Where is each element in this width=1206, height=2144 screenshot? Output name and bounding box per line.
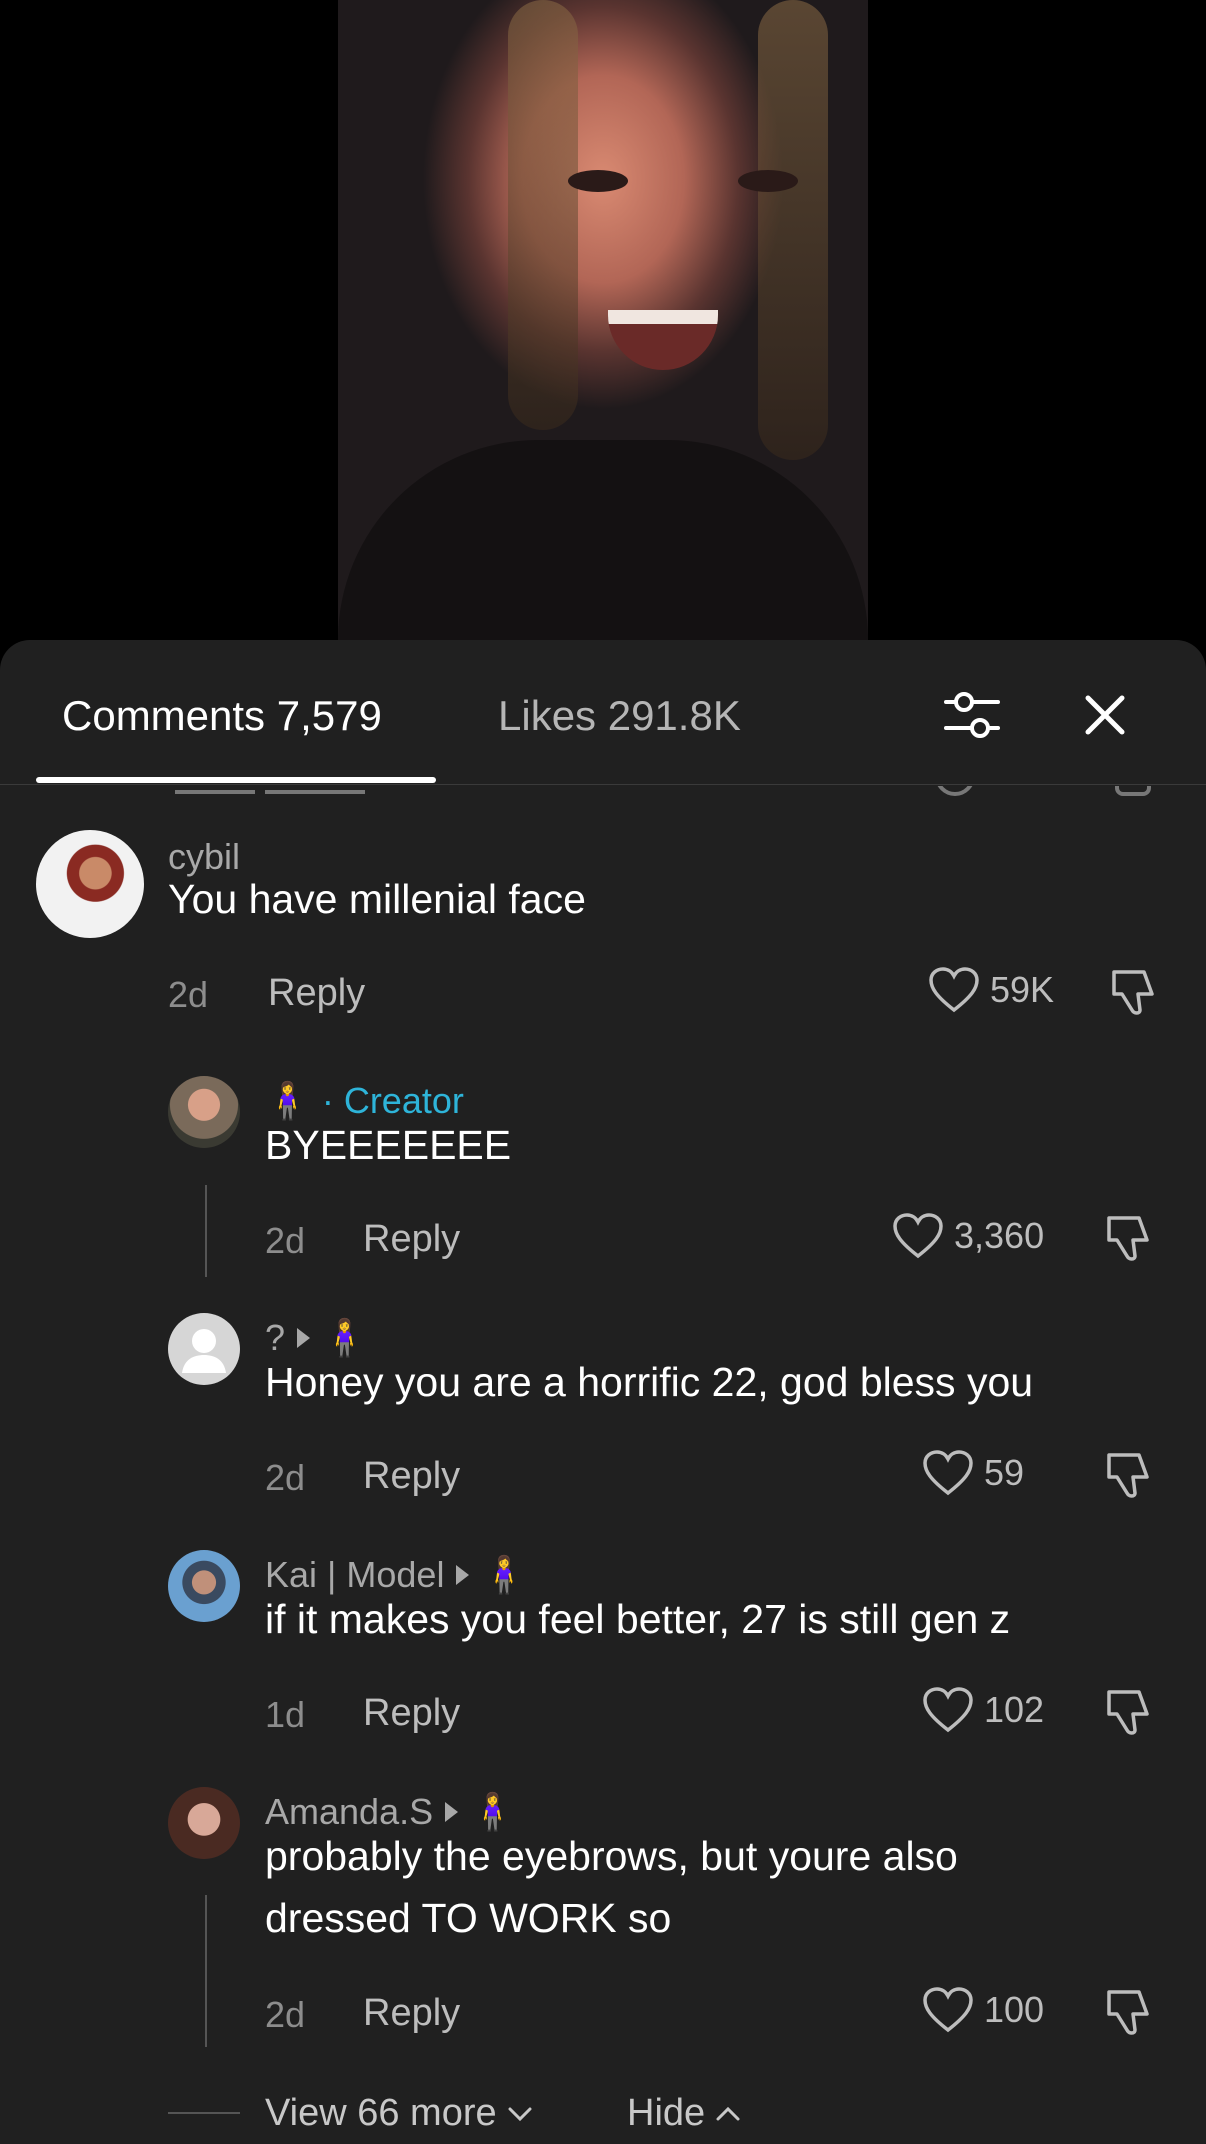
like-count: 59K [990, 969, 1055, 1010]
chevron-down-icon [508, 2107, 532, 2121]
dislike-icon[interactable] [1103, 1449, 1155, 1501]
comment-timestamp: 2d [265, 1994, 306, 2035]
reply-to-arrow-icon [456, 1565, 470, 1585]
like-button[interactable]: 59 [922, 1449, 1024, 1497]
filter-icon[interactable] [942, 688, 1002, 742]
heart-icon [923, 1687, 973, 1733]
comment-text-line-1: probably the eyebrows, but youre also [265, 1833, 958, 1879]
heart-icon [929, 967, 979, 1013]
avatar[interactable] [168, 1076, 240, 1148]
like-button[interactable]: 102 [922, 1686, 1044, 1734]
dislike-icon[interactable] [1103, 1986, 1155, 2038]
previous-comment-partial [0, 786, 1206, 808]
tab-comments[interactable]: Comments 7,579 [62, 692, 382, 740]
reply-to-arrow-icon [297, 1328, 311, 1348]
comment-text: BYEEEEEEE [265, 1122, 512, 1168]
reply-button[interactable]: Reply [363, 1455, 460, 1498]
like-count: 59 [984, 1452, 1025, 1493]
default-avatar-icon [182, 1329, 226, 1373]
heart-icon [893, 1213, 943, 1259]
reply-to-arrow-icon [445, 1802, 459, 1822]
like-count: 100 [984, 1989, 1045, 2030]
heart-icon [923, 1450, 973, 1496]
dislike-icon[interactable] [1103, 1686, 1155, 1738]
like-count: 3,360 [954, 1215, 1045, 1256]
like-button[interactable]: 3,360 [892, 1212, 1044, 1260]
video-player[interactable] [0, 0, 1206, 640]
heart-icon [923, 1987, 973, 2033]
comment-text: Honey you are a horrific 22, god bless y… [265, 1359, 1034, 1405]
tab-likes[interactable]: Likes 291.8K [498, 692, 741, 740]
hide-replies-button[interactable]: Hide [627, 2092, 741, 2135]
comment-timestamp: 2d [265, 1220, 306, 1261]
comments-sheet: Comments 7,579 Likes 291.8K cybil You ha… [0, 640, 1206, 2144]
divider [168, 2112, 240, 2114]
dislike-icon[interactable] [1103, 1212, 1155, 1264]
thread-line [205, 1895, 207, 2047]
avatar[interactable] [36, 830, 144, 938]
comment-timestamp: 2d [265, 1457, 306, 1498]
video-frame [338, 0, 868, 640]
like-button[interactable]: 100 [922, 1986, 1044, 2034]
comment-timestamp: 1d [265, 1694, 306, 1735]
thread-line [205, 1185, 207, 1277]
dislike-icon[interactable] [1108, 966, 1160, 1018]
comment-text: if it makes you feel better, 27 is still… [265, 1596, 1011, 1642]
chevron-up-icon [716, 2106, 740, 2120]
avatar[interactable] [168, 1550, 240, 1622]
active-tab-indicator [36, 777, 436, 783]
reply-button[interactable]: Reply [268, 972, 365, 1015]
comment-timestamp: 2d [168, 974, 209, 1015]
like-button[interactable]: 59K [928, 966, 1054, 1014]
comments-tab-bar: Comments 7,579 Likes 291.8K [0, 640, 1206, 785]
comment-text-line-2: dressed TO WORK so [265, 1895, 672, 1941]
comment-text: You have millenial face [168, 876, 586, 922]
reply-button[interactable]: Reply [363, 1992, 460, 2035]
avatar[interactable] [168, 1787, 240, 1859]
reply-button[interactable]: Reply [363, 1692, 460, 1735]
reply-button[interactable]: Reply [363, 1218, 460, 1261]
like-count: 102 [984, 1689, 1045, 1730]
close-icon[interactable] [1080, 690, 1130, 740]
view-more-replies-button[interactable]: View 66 more [265, 2092, 533, 2135]
avatar[interactable] [168, 1313, 240, 1385]
